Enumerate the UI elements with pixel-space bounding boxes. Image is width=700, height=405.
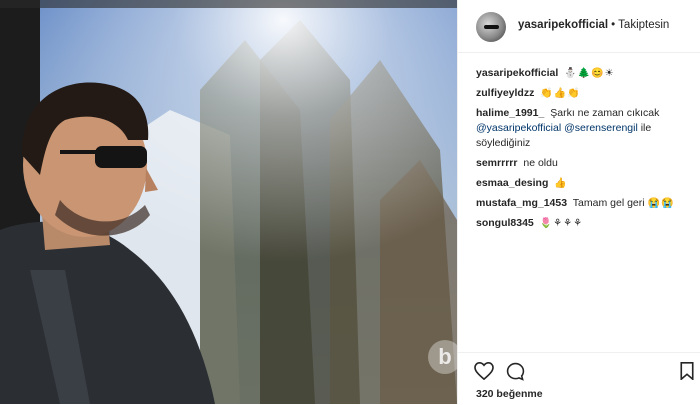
likes-count[interactable]: 320 beğenme [476,388,543,400]
comment-text: Tamam gel geri [572,197,648,209]
comment-emoji: ⛄🌲😊☀ [564,68,615,79]
header-text: yasaripekofficial • Takiptesin [518,19,669,31]
comment-list: yasaripekofficial ⛄🌲😊☀ zulfiyeyldzz 👏👍👏 … [476,66,691,236]
header-username[interactable]: yasaripekofficial [518,19,608,31]
comment-username[interactable]: zulfiyeyldzz [476,87,534,99]
post-header: yasaripekofficial • Takiptesin [458,0,700,53]
comment-item: esmaa_desing 👍 [476,176,691,191]
comment-emoji: 😭😭 [647,198,675,209]
header-separator: • [611,19,616,31]
comment-text: ne oldu [523,157,558,169]
action-bar: 320 beğenme [458,352,700,405]
post-photo[interactable] [0,0,457,404]
comment-username[interactable]: esmaa_desing [476,177,548,189]
comment-item: halime_1991_ Şarkı ne zaman cıkıcak @yas… [476,106,691,151]
comment-emoji: 👏👍👏 [540,88,581,99]
comment-emoji: 🌷⚘⚘⚘ [539,218,584,229]
avatar[interactable] [476,12,506,42]
comment-item: mustafa_mg_1453 Tamam gel geri 😭😭 [476,196,691,211]
comment-item: zulfiyeyldzz 👏👍👏 [476,86,691,101]
comment-username[interactable]: yasaripekofficial [476,67,558,79]
follow-status[interactable]: Takiptesin [618,19,669,31]
heart-icon[interactable] [474,361,494,385]
comment-username[interactable]: semrrrrr [476,157,517,169]
comment-emoji: 👍 [554,178,568,189]
comment-item: yasaripekofficial ⛄🌲😊☀ [476,66,691,81]
comment-item: semrrrrr ne oldu [476,156,691,171]
comment-username[interactable]: songul8345 [476,217,534,229]
bookmark-icon[interactable] [680,362,694,385]
post-photo-illustration [0,0,457,404]
comment-item: songul8345 🌷⚘⚘⚘ [476,216,691,231]
comment-mention[interactable]: @yasaripekofficial [476,122,561,134]
comment-icon[interactable] [506,362,525,386]
comment-mention[interactable]: @serenserengil [564,122,638,134]
comment-text: Şarkı ne zaman cıkıcak [550,107,660,119]
comment-username[interactable]: halime_1991_ [476,107,544,119]
post-side-panel: yasaripekofficial • Takiptesin yasaripekof… [457,0,700,404]
comment-username[interactable]: mustafa_mg_1453 [476,197,567,209]
